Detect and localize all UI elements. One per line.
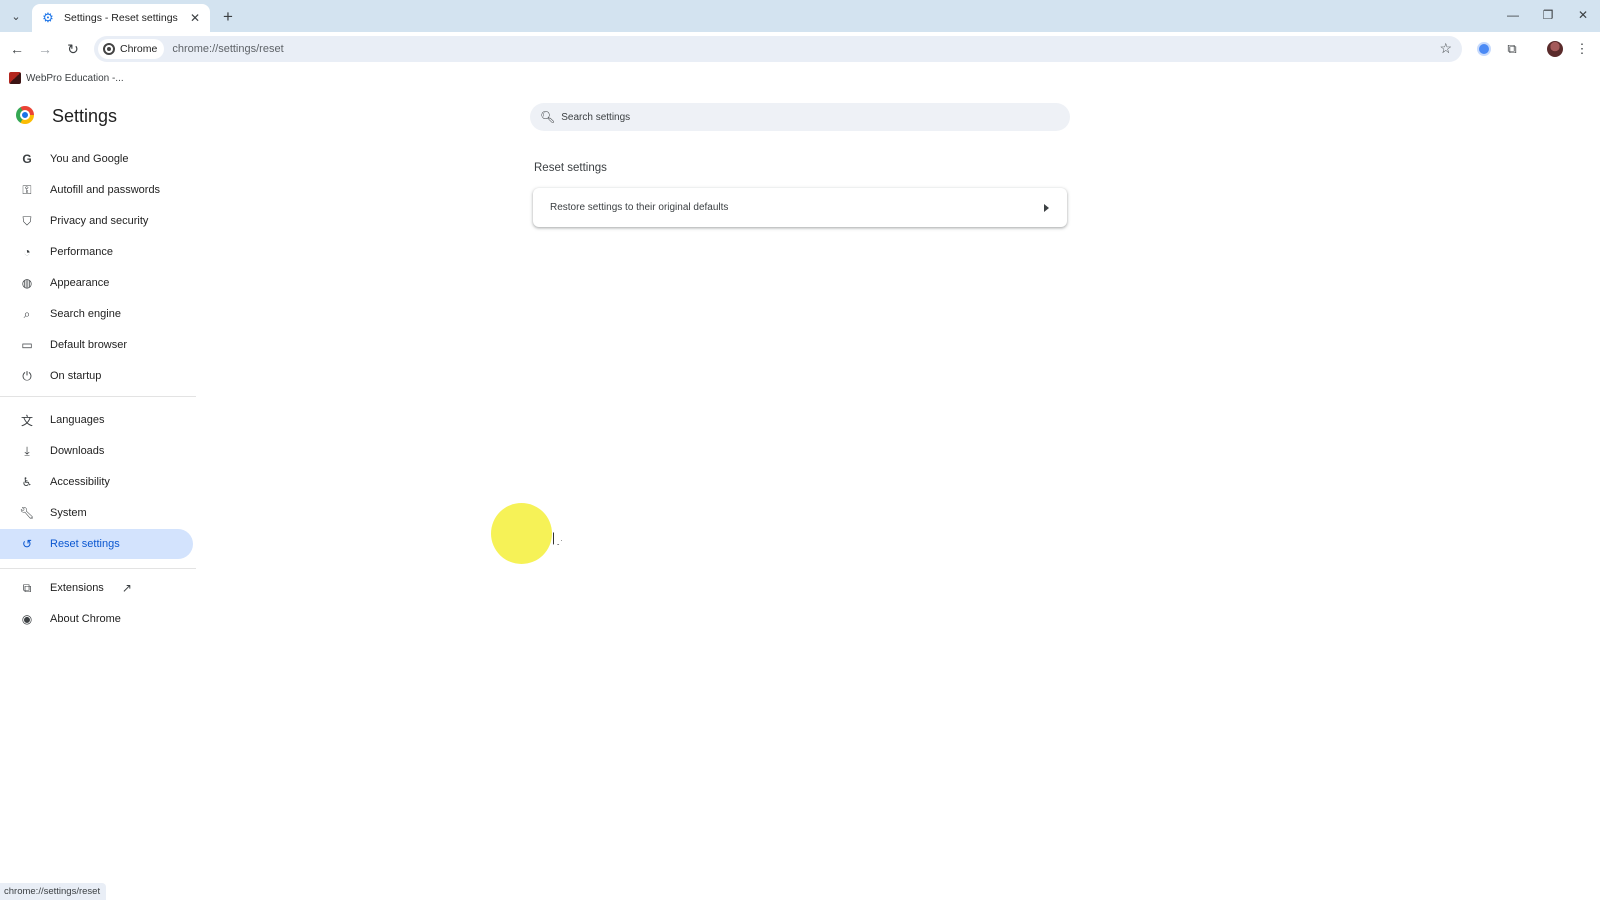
- chrome-icon: ◉: [21, 612, 33, 626]
- tab-strip: ⌄ ⚙ Settings - Reset settings ✕ + — ❐ ✕: [0, 0, 1600, 32]
- google-g-icon: G: [22, 152, 32, 166]
- puzzle-icon[interactable]: ⧉: [1502, 39, 1522, 59]
- translate-icon: 文: [20, 413, 33, 428]
- site-info-chip[interactable]: Chrome: [98, 39, 165, 59]
- chrome-icon: [103, 43, 115, 55]
- puzzle-icon: ⧉: [22, 580, 32, 595]
- shield-icon: ⛉: [22, 213, 32, 228]
- sidebar-item-privacy[interactable]: ⛉ Privacy and security: [0, 206, 193, 236]
- sidebar-item-label: Downloads: [50, 445, 105, 457]
- cursor-highlight: [491, 503, 552, 564]
- sidebar-item-extensions[interactable]: ⧉ Extensions ↗: [0, 573, 193, 603]
- bookmark-item[interactable]: WebPro Education -...: [26, 73, 124, 84]
- speedometer-icon: ◔: [23, 245, 31, 259]
- sidebar-item-performance[interactable]: ◔ Performance: [0, 237, 193, 267]
- sidebar-item-label: On startup: [50, 370, 102, 382]
- address-bar[interactable]: Chrome chrome://settings/reset ☆: [94, 36, 1462, 62]
- sidebar-item-label: Default browser: [50, 339, 128, 351]
- forward-icon[interactable]: →: [34, 38, 56, 60]
- status-bubble: chrome://settings/reset: [0, 883, 107, 900]
- sidebar-item-autofill[interactable]: ⚿ Autofill and passwords: [0, 175, 193, 205]
- sidebar-item-accessibility[interactable]: ♿︎ Accessibility: [0, 467, 193, 497]
- close-window-icon[interactable]: ✕: [1568, 4, 1598, 26]
- back-icon[interactable]: ←: [6, 38, 28, 60]
- sidebar-item-label: Performance: [50, 246, 113, 258]
- close-tab-icon[interactable]: ✕: [188, 11, 202, 25]
- sidebar-item-reset-settings[interactable]: ↺ Reset settings: [0, 529, 193, 559]
- tab-settings[interactable]: ⚙ Settings - Reset settings ✕: [32, 4, 210, 32]
- section-title: Reset settings: [534, 162, 607, 174]
- restore-defaults-label: Restore settings to their original defau…: [550, 202, 729, 213]
- reset-icon: ↺: [21, 537, 33, 551]
- search-icon: ⌕: [23, 306, 31, 321]
- bookmarks-bar: WebPro Education -...: [0, 66, 1600, 90]
- sidebar-divider: [0, 568, 196, 569]
- sidebar-item-on-startup[interactable]: ⏻ On startup: [0, 361, 193, 391]
- restore-defaults-row[interactable]: Restore settings to their original defau…: [533, 188, 1067, 227]
- status-url: chrome://settings/reset: [4, 886, 101, 897]
- sidebar-item-about-chrome[interactable]: ◉ About Chrome: [0, 604, 193, 634]
- wrench-icon: 🔧︎: [19, 506, 35, 520]
- mouse-cursor-icon: [553, 532, 562, 545]
- sidebar-item-system[interactable]: 🔧︎ System: [0, 498, 193, 528]
- sidebar-item-label: Reset settings: [50, 538, 120, 550]
- sidebar-item-label: System: [50, 507, 87, 519]
- open-in-new-icon: ↗: [121, 581, 132, 595]
- new-tab-icon[interactable]: +: [218, 6, 238, 26]
- tab-search-icon[interactable]: ⌄: [6, 6, 26, 26]
- palette-icon: ◍: [21, 276, 33, 290]
- page-title: Settings: [52, 106, 118, 126]
- sidebar-item-you-and-google[interactable]: G You and Google: [0, 144, 193, 174]
- key-icon: ⚿: [22, 182, 32, 197]
- menu-dots-icon[interactable]: ⋮: [1572, 39, 1592, 59]
- sidebar-item-label: Privacy and security: [50, 215, 149, 227]
- url-text[interactable]: chrome://settings/reset: [172, 43, 283, 55]
- arrow-right-icon: [1044, 203, 1049, 212]
- sidebar-item-label: Search engine: [50, 308, 121, 320]
- browser-window-icon: ▭: [21, 338, 33, 352]
- accessibility-icon: ♿︎: [21, 475, 33, 489]
- minimize-icon[interactable]: —: [1498, 4, 1528, 26]
- sidebar-divider: [0, 396, 196, 397]
- webpro-favicon-icon: [9, 72, 21, 84]
- sidebar-item-label: You and Google: [50, 153, 129, 165]
- search-settings[interactable]: 🔍︎: [530, 103, 1070, 131]
- tab-title: Settings - Reset settings: [64, 12, 178, 24]
- gear-icon: ⚙: [42, 10, 54, 25]
- sidebar-item-label: Accessibility: [50, 476, 110, 488]
- power-icon: ⏻: [22, 368, 32, 383]
- search-icon: 🔍︎: [540, 110, 556, 124]
- sidebar-item-label: About Chrome: [50, 613, 121, 625]
- sidebar-item-languages[interactable]: 文 Languages: [0, 405, 193, 435]
- sidebar-item-default-browser[interactable]: ▭ Default browser: [0, 330, 193, 360]
- site-info-label: Chrome: [120, 43, 158, 55]
- search-input[interactable]: [561, 111, 1042, 123]
- sidebar-item-label: Autofill and passwords: [50, 184, 161, 196]
- sidebar-item-search-engine[interactable]: ⌕ Search engine: [0, 299, 193, 329]
- extension-icon[interactable]: [1474, 39, 1494, 59]
- sidebar-item-label: Languages: [50, 414, 105, 426]
- bookmark-star-icon[interactable]: ☆: [1439, 40, 1452, 57]
- sidebar-item-appearance[interactable]: ◍ Appearance: [0, 268, 193, 298]
- chrome-logo-icon: [16, 106, 34, 124]
- sidebar-item-downloads[interactable]: ⤓ Downloads: [0, 436, 193, 466]
- reload-icon[interactable]: ↻: [62, 38, 84, 60]
- restore-icon[interactable]: ❐: [1533, 4, 1563, 26]
- avatar[interactable]: [1545, 39, 1565, 59]
- sidebar-item-label: Appearance: [50, 277, 110, 289]
- download-icon: ⤓: [24, 443, 30, 458]
- toolbar: ← → ↻ Chrome chrome://settings/reset ☆ ⧉…: [0, 32, 1600, 66]
- sidebar-item-label: Extensions: [50, 582, 104, 594]
